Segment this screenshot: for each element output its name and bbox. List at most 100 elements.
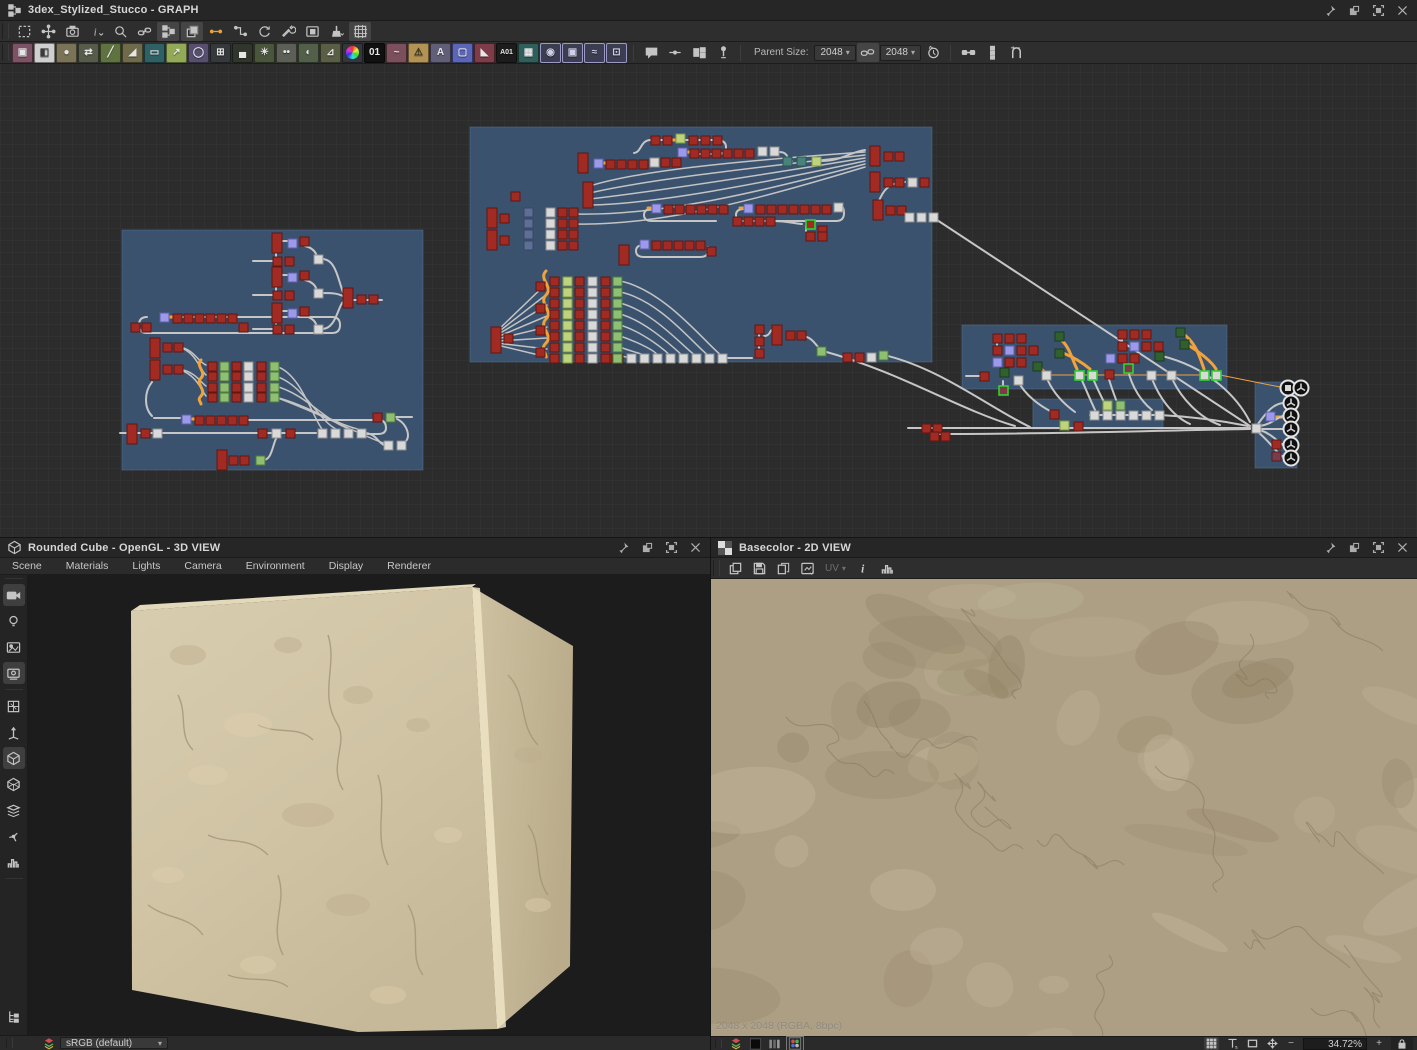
graph-node[interactable]	[284, 256, 295, 267]
turbine-icon[interactable]	[3, 825, 25, 847]
graph-node[interactable]	[227, 313, 238, 324]
graph-node[interactable]	[549, 287, 560, 298]
graph-node[interactable]	[700, 148, 711, 159]
display-nodes-icon[interactable]	[157, 21, 179, 41]
graph-node[interactable]	[810, 204, 821, 215]
graph-node[interactable]	[689, 148, 700, 159]
graph-node[interactable]	[678, 353, 689, 364]
graph-node[interactable]	[662, 135, 673, 146]
graph-node[interactable]	[207, 371, 218, 382]
elbow-connector-icon[interactable]	[229, 22, 251, 41]
view3d-titlebar[interactable]: Rounded Cube - OpenGL - 3D VIEW	[0, 538, 710, 558]
wrench-icon[interactable]	[277, 22, 299, 41]
graph-node[interactable]	[562, 298, 573, 309]
graph-node[interactable]	[885, 205, 896, 216]
graph-node[interactable]	[799, 204, 810, 215]
maximize-window-icon[interactable]	[1371, 541, 1385, 555]
unlink-icon[interactable]	[133, 22, 155, 41]
pin-window-icon[interactable]	[1323, 541, 1337, 555]
graph-node[interactable]	[372, 412, 383, 423]
graph-node[interactable]	[1004, 357, 1015, 368]
graph-node[interactable]	[821, 204, 832, 215]
graph-node[interactable]	[677, 147, 688, 158]
graph-node[interactable]	[1102, 400, 1113, 411]
pin-node-icon[interactable]	[712, 43, 734, 62]
value-node[interactable]: A01	[496, 42, 517, 63]
parent-height-select[interactable]: 2048 ▾	[879, 44, 922, 61]
graph-node[interactable]	[243, 382, 254, 393]
graph-node[interactable]	[523, 229, 534, 240]
graph-node[interactable]	[173, 364, 184, 375]
graph-node[interactable]	[600, 342, 611, 353]
stack-align-icon[interactable]	[981, 43, 1003, 62]
graph-node[interactable]	[271, 302, 283, 324]
graph-node[interactable]	[696, 204, 707, 215]
graph-node[interactable]	[207, 382, 218, 393]
graph-node[interactable]	[706, 246, 717, 257]
copy-image-icon[interactable]	[724, 559, 746, 578]
graph-node[interactable]	[1129, 341, 1140, 352]
graph-node[interactable]	[574, 298, 585, 309]
graph-node[interactable]	[1123, 363, 1134, 374]
graph-node[interactable]	[612, 331, 623, 342]
graph-node[interactable]	[243, 371, 254, 382]
graph-node[interactable]	[817, 231, 828, 242]
transform-view-icon[interactable]	[796, 559, 818, 578]
graph-node[interactable]	[674, 204, 685, 215]
graph-node[interactable]	[979, 371, 990, 382]
graph-node[interactable]	[788, 204, 799, 215]
graph-node[interactable]	[612, 342, 623, 353]
graph-node[interactable]	[243, 392, 254, 403]
graph-node[interactable]	[700, 135, 711, 146]
graph-node[interactable]	[356, 428, 367, 439]
graph-node[interactable]	[271, 266, 283, 288]
graph-node[interactable]	[593, 158, 604, 169]
graph-node[interactable]	[587, 287, 598, 298]
graph-node[interactable]	[126, 423, 138, 445]
reset-size-icon[interactable]	[922, 43, 944, 62]
graph-node[interactable]	[149, 359, 161, 381]
parent-width-select[interactable]: 2048 ▾	[814, 44, 856, 61]
graph-node[interactable]	[999, 367, 1010, 378]
graph-node[interactable]	[271, 428, 282, 439]
graph-node[interactable]	[499, 213, 510, 224]
graph-node[interactable]	[342, 287, 354, 309]
uv-mode-select[interactable]: UV ▾	[825, 563, 846, 574]
graph-node[interactable]	[1115, 400, 1126, 411]
graph-node[interactable]	[299, 306, 310, 317]
pattern-node[interactable]: ▦	[518, 42, 539, 63]
graph-node[interactable]	[216, 415, 227, 426]
graph-node[interactable]	[255, 455, 266, 466]
graph-node[interactable]	[587, 309, 598, 320]
graph-node[interactable]	[557, 240, 568, 251]
graph-node[interactable]	[675, 133, 686, 144]
graph-node[interactable]	[549, 353, 560, 364]
menu-display[interactable]: Display	[317, 558, 375, 574]
graph-node[interactable]	[1016, 345, 1027, 356]
graph-node[interactable]	[587, 320, 598, 331]
graph-node[interactable]	[549, 331, 560, 342]
graph-node[interactable]	[1271, 451, 1282, 462]
graph-node[interactable]	[490, 326, 502, 354]
graph-node[interactable]	[754, 324, 765, 335]
graph-node[interactable]	[992, 333, 1003, 344]
graph-node[interactable]	[805, 231, 816, 242]
graph-node[interactable]	[207, 361, 218, 372]
graph-node[interactable]	[600, 331, 611, 342]
graph-node[interactable]	[691, 353, 702, 364]
graph-node[interactable]	[557, 218, 568, 229]
graph-node[interactable]	[1028, 345, 1039, 356]
graph-node[interactable]	[907, 177, 918, 188]
fx-quad-node[interactable]: ⊡	[606, 42, 627, 63]
hsl-node[interactable]	[342, 42, 363, 63]
graph-node[interactable]	[1141, 329, 1152, 340]
rotate-icon[interactable]	[253, 22, 275, 41]
graph-node[interactable]	[238, 322, 249, 333]
graph-node[interactable]	[272, 256, 283, 267]
graph-node[interactable]	[523, 218, 534, 229]
graph-node[interactable]	[486, 229, 498, 251]
duplicate-icon[interactable]	[772, 559, 794, 578]
graph-node[interactable]	[385, 412, 396, 423]
graph-node[interactable]	[1166, 370, 1177, 381]
halftone-node[interactable]: 01	[364, 42, 385, 63]
